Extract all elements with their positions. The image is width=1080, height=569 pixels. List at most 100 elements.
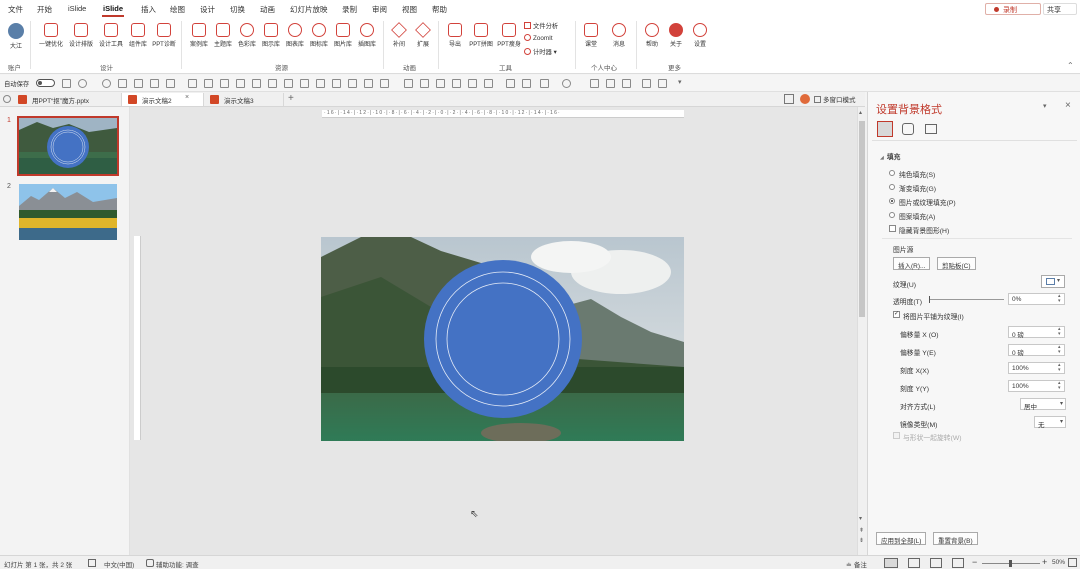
window-icon[interactable] (784, 94, 794, 104)
qat-tool-icon[interactable] (300, 79, 309, 88)
slide-sorter-icon[interactable] (908, 558, 920, 568)
ppt-puzzle-button[interactable]: PPT拼图 (466, 20, 496, 48)
spellcheck-icon[interactable] (88, 559, 96, 567)
ppt-slim-button[interactable]: PPT瘦身 (494, 20, 524, 48)
tile-checkbox[interactable]: ✓ (893, 311, 900, 318)
reset-background-button[interactable]: 重置背景(B) (933, 532, 978, 545)
transparency-input[interactable]: 0% (1008, 293, 1065, 305)
undo-icon[interactable] (78, 79, 87, 88)
scale-y-input[interactable]: 100% (1008, 380, 1065, 392)
zoom-level[interactable]: 50% (1052, 559, 1065, 566)
qat-tool-icon[interactable] (590, 79, 599, 88)
share-button[interactable]: 共享 (1043, 3, 1077, 15)
slider-thumb[interactable] (929, 296, 930, 303)
menu-design[interactable]: 设计 (200, 4, 215, 15)
scroll-down-icon[interactable]: ▾ (859, 515, 862, 522)
qat-tool-icon[interactable] (562, 79, 571, 88)
picture-tab-icon[interactable] (925, 124, 937, 134)
design-layout-button[interactable]: 设计排版 (66, 20, 96, 48)
menu-transition[interactable]: 切换 (230, 4, 245, 15)
qat-tool-icon[interactable] (134, 79, 143, 88)
tab-doc-1[interactable]: 用PPT“抠”魔方.pptx (12, 93, 122, 106)
qat-tool-icon[interactable] (332, 79, 341, 88)
pane-options-icon[interactable]: ▾ (1043, 102, 1047, 110)
effects-tab-icon[interactable] (902, 123, 914, 135)
accessibility-status[interactable]: 辅助功能: 调查 (156, 559, 199, 569)
qat-tool-icon[interactable] (188, 79, 197, 88)
ppt-diagnose-button[interactable]: PPT诊断 (149, 20, 179, 48)
qat-tool-icon[interactable] (658, 79, 667, 88)
pattern-fill-radio[interactable] (889, 212, 895, 218)
rotate-with-shape-checkbox[interactable] (893, 432, 900, 439)
offset-y-input[interactable]: 0 磅 (1008, 344, 1065, 357)
qat-tool-icon[interactable] (436, 79, 445, 88)
save-icon[interactable] (62, 79, 71, 88)
scrollbar-thumb[interactable] (859, 121, 865, 317)
collapse-ribbon-icon[interactable]: ⌃ (1067, 61, 1074, 70)
menu-view[interactable]: 视图 (402, 4, 417, 15)
qat-tool-icon[interactable] (204, 79, 213, 88)
next-slide-icon[interactable]: ⇟ (859, 537, 864, 544)
transparency-slider[interactable] (929, 296, 1004, 303)
fit-slide-icon[interactable] (1068, 558, 1077, 567)
reading-view-icon[interactable] (930, 558, 942, 568)
qat-tool-icon[interactable] (380, 79, 389, 88)
mirror-type-select[interactable]: 无 (1034, 416, 1066, 429)
scale-x-input[interactable]: 100% (1008, 362, 1065, 374)
classroom-button[interactable]: 课堂 (576, 20, 606, 48)
qat-tool-icon[interactable] (506, 79, 515, 88)
settings-button[interactable]: 设置 (685, 20, 715, 48)
illustration-library-button[interactable]: 插图库 (352, 20, 382, 48)
slide-thumbnail-2[interactable] (19, 184, 117, 240)
qat-customize-icon[interactable]: ▾ (678, 78, 682, 86)
prev-slide-icon[interactable]: ⇞ (859, 527, 864, 534)
qat-tool-icon[interactable] (452, 79, 461, 88)
qat-tool-icon[interactable] (606, 79, 615, 88)
menu-file[interactable]: 文件 (8, 4, 23, 15)
zoom-slider[interactable] (982, 560, 1040, 567)
qat-tool-icon[interactable] (522, 79, 531, 88)
apply-to-all-button[interactable]: 应用到全部(L) (876, 532, 927, 545)
qat-tool-icon[interactable] (316, 79, 325, 88)
qat-tool-icon[interactable] (642, 79, 651, 88)
menu-islide-1[interactable]: iSlide (68, 4, 86, 13)
zoomit-button[interactable]: ZoomIt (524, 34, 553, 42)
picture-fill-radio[interactable] (889, 198, 895, 204)
normal-view-icon[interactable] (884, 558, 898, 568)
qat-tool-icon[interactable] (166, 79, 175, 88)
file-analysis-button[interactable]: 文件分析 (524, 21, 558, 30)
language-status[interactable]: 中文(中国) (104, 559, 134, 569)
autosave-toggle[interactable] (36, 79, 55, 87)
qat-tool-icon[interactable] (284, 79, 293, 88)
messages-button[interactable]: 消息 (604, 20, 634, 48)
fill-section-header[interactable]: ◢ 填充 (880, 151, 900, 161)
menu-islide-2[interactable]: iSlide (101, 4, 125, 17)
qat-tool-icon[interactable] (540, 79, 549, 88)
slide-thumbnail-1[interactable] (17, 116, 119, 176)
current-slide[interactable] (321, 237, 684, 441)
tab-doc-2[interactable]: 演示文稿2 × (122, 93, 204, 106)
settings-icon[interactable] (800, 94, 810, 104)
zoom-out-icon[interactable]: − (972, 557, 977, 567)
alignment-select[interactable]: 居中 (1020, 398, 1066, 411)
zoom-in-icon[interactable]: + (1042, 557, 1047, 567)
tab-menu-icon[interactable] (3, 95, 11, 103)
qat-tool-icon[interactable] (118, 79, 127, 88)
menu-record[interactable]: 录制 (342, 4, 357, 15)
menu-insert[interactable]: 插入 (141, 4, 156, 15)
design-tools-button[interactable]: 设计工具 (96, 20, 126, 48)
qat-tool-icon[interactable] (364, 79, 373, 88)
clipboard-button[interactable]: 剪贴板(C) (937, 257, 976, 270)
hide-background-checkbox[interactable] (889, 225, 896, 232)
scroll-up-icon[interactable]: ▴ (859, 109, 862, 116)
close-icon[interactable]: × (185, 94, 189, 101)
one-click-optimize-button[interactable]: 一键优化 (36, 20, 66, 48)
qat-tool-icon[interactable] (150, 79, 159, 88)
tab-doc-3[interactable]: 演示文稿3 (204, 93, 284, 106)
qat-tool-icon[interactable] (220, 79, 229, 88)
multi-window-button[interactable]: 多窗口模式 (814, 94, 856, 104)
qat-tool-icon[interactable] (622, 79, 631, 88)
redo-icon[interactable] (102, 79, 111, 88)
solid-fill-radio[interactable] (889, 170, 895, 176)
close-pane-icon[interactable]: × (1065, 100, 1071, 111)
